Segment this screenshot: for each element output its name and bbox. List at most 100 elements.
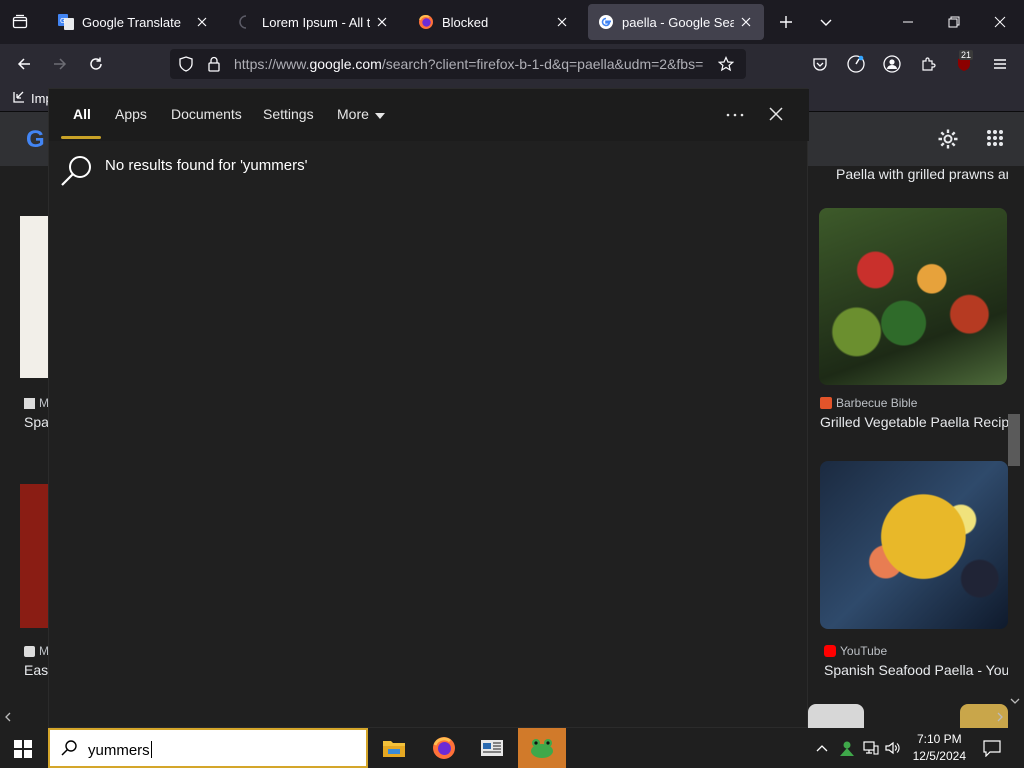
result-title-right-1[interactable]: Grilled Vegetable Paella Recipe xyxy=(820,414,1008,430)
tab-title: Blocked xyxy=(442,14,489,30)
tab-title: paella - Google Search xyxy=(622,14,734,30)
scroll-down-arrow-icon[interactable] xyxy=(1008,696,1022,706)
url-domain: google.com xyxy=(309,56,382,72)
result-source-left-1: M xyxy=(24,396,49,410)
loading-icon xyxy=(238,14,254,30)
source-name: Barbecue Bible xyxy=(836,396,918,410)
url-bar[interactable]: https://www.google.com/search?client=fir… xyxy=(170,49,746,79)
tab-all[interactable]: All xyxy=(73,106,91,122)
barbecue-bible-favicon xyxy=(820,397,832,409)
result-source-left-2: M xyxy=(24,644,49,658)
image-result-grilled-vegetable-paella[interactable] xyxy=(819,208,1007,385)
tab-apps[interactable]: Apps xyxy=(115,106,147,122)
close-tab-icon[interactable] xyxy=(738,14,754,30)
result-title-right-2[interactable]: Spanish Seafood Paella - YouTube xyxy=(824,662,1008,678)
close-window-icon[interactable] xyxy=(990,12,1010,32)
search-icon xyxy=(60,739,78,757)
source-favicon xyxy=(24,397,35,409)
tab-documents[interactable]: Documents xyxy=(171,106,242,122)
google-icon xyxy=(598,14,614,30)
tab-google-translate[interactable]: G Google Translate xyxy=(48,4,220,40)
extension-badge: 21 xyxy=(959,50,974,60)
tab-more-label: More xyxy=(337,106,369,122)
network-icon[interactable] xyxy=(862,739,880,757)
import-icon xyxy=(12,90,26,107)
scroll-left-arrow-icon[interactable] xyxy=(2,710,14,724)
caret-down-icon xyxy=(374,106,385,122)
active-tab-indicator xyxy=(61,136,101,139)
tab-title: Google Translate xyxy=(82,14,182,30)
frog-app-icon[interactable] xyxy=(518,728,566,768)
back-icon[interactable] xyxy=(14,54,34,74)
tab-more[interactable]: More xyxy=(337,106,385,122)
result-title-left-1[interactable]: Spa xyxy=(24,414,48,430)
tab-overview-icon[interactable] xyxy=(10,12,30,32)
volume-icon[interactable] xyxy=(884,739,902,757)
scroll-right-arrow-icon[interactable] xyxy=(994,710,1006,724)
result-source-right-2: YouTube xyxy=(824,644,887,658)
lock-icon[interactable] xyxy=(206,56,222,72)
source-name: YouTube xyxy=(840,644,888,658)
bookmark-star-icon[interactable] xyxy=(718,56,734,72)
taskbar-search-box[interactable]: yummers xyxy=(48,728,368,768)
clock-time: 7:10 PM xyxy=(916,732,962,746)
close-search-icon[interactable] xyxy=(765,103,787,125)
shield-icon[interactable] xyxy=(178,56,194,72)
close-tab-icon[interactable] xyxy=(194,14,210,30)
tab-blocked[interactable]: Blocked xyxy=(408,4,580,40)
text-caret xyxy=(150,741,152,758)
show-hidden-icons-chevron[interactable] xyxy=(814,740,830,756)
result-source-right-1: Barbecue Bible xyxy=(820,396,917,410)
no-results-message: No results found for 'yummers' xyxy=(105,157,308,174)
youtube-favicon xyxy=(824,645,836,657)
forward-icon xyxy=(50,54,70,74)
new-tab-icon[interactable] xyxy=(776,12,796,32)
magnifier-icon xyxy=(59,153,95,189)
settings-gear-icon[interactable] xyxy=(936,127,960,151)
image-result-bottom-partial[interactable] xyxy=(808,704,864,728)
bookmark-import[interactable]: Imp xyxy=(12,90,53,107)
search-input-value[interactable]: yummers xyxy=(88,741,152,759)
tab-settings[interactable]: Settings xyxy=(263,106,314,122)
minimize-icon[interactable] xyxy=(898,12,918,32)
notifications-icon[interactable] xyxy=(982,738,1002,758)
tray-app-icon[interactable] xyxy=(838,739,856,757)
result-title-left-2[interactable]: Eas xyxy=(24,662,48,678)
more-options-icon[interactable] xyxy=(723,105,747,125)
close-tab-icon[interactable] xyxy=(374,14,390,30)
apps-grid-icon[interactable] xyxy=(984,127,1006,149)
result-title-right-top[interactable]: Paella with grilled prawns and xyxy=(836,166,1008,182)
extension-gauge-icon[interactable] xyxy=(846,54,866,74)
menu-icon[interactable] xyxy=(990,54,1010,74)
system-clock[interactable]: 7:10 PM 12/5/2024 xyxy=(913,731,966,765)
navigation-toolbar: https://www.google.com/search?client=fir… xyxy=(0,44,1024,84)
restore-icon[interactable] xyxy=(944,12,964,32)
page-scrollbar-thumb[interactable] xyxy=(1008,414,1020,466)
image-result-left-1[interactable] xyxy=(20,216,48,378)
google-logo-partial: G xyxy=(26,126,45,153)
source-favicon xyxy=(24,645,35,657)
news-app-icon[interactable] xyxy=(468,728,516,768)
extensions-puzzle-icon[interactable] xyxy=(918,54,938,74)
windows-taskbar: yummers 7:10 PM 12/5/2024 xyxy=(0,728,1024,768)
image-result-spanish-seafood-paella[interactable] xyxy=(820,461,1008,629)
firefox-taskbar-icon[interactable] xyxy=(420,728,468,768)
file-explorer-icon[interactable] xyxy=(370,728,418,768)
search-query: yummers xyxy=(88,742,150,759)
image-result-left-2[interactable] xyxy=(20,484,48,628)
svg-text:G: G xyxy=(60,17,65,25)
tab-lorem-ipsum[interactable]: Lorem Ipsum - All the facts - Lipsum gen… xyxy=(228,4,400,40)
search-filter-tabs: All Apps Documents Settings More xyxy=(49,89,809,141)
windows-start-icon[interactable] xyxy=(12,738,34,760)
clock-date: 12/5/2024 xyxy=(912,749,966,763)
pocket-icon[interactable] xyxy=(810,54,830,74)
windows-search-panel: All Apps Documents Settings More No resu… xyxy=(48,88,809,728)
tab-paella-search[interactable]: paella - Google Search xyxy=(588,4,764,40)
list-all-tabs-icon[interactable] xyxy=(816,12,836,32)
google-translate-icon: G xyxy=(58,14,74,30)
account-icon[interactable] xyxy=(882,54,902,74)
url-text[interactable]: https://www.google.com/search?client=fir… xyxy=(234,56,720,72)
firefox-icon xyxy=(418,14,434,30)
close-tab-icon[interactable] xyxy=(554,14,570,30)
reload-icon[interactable] xyxy=(86,54,106,74)
